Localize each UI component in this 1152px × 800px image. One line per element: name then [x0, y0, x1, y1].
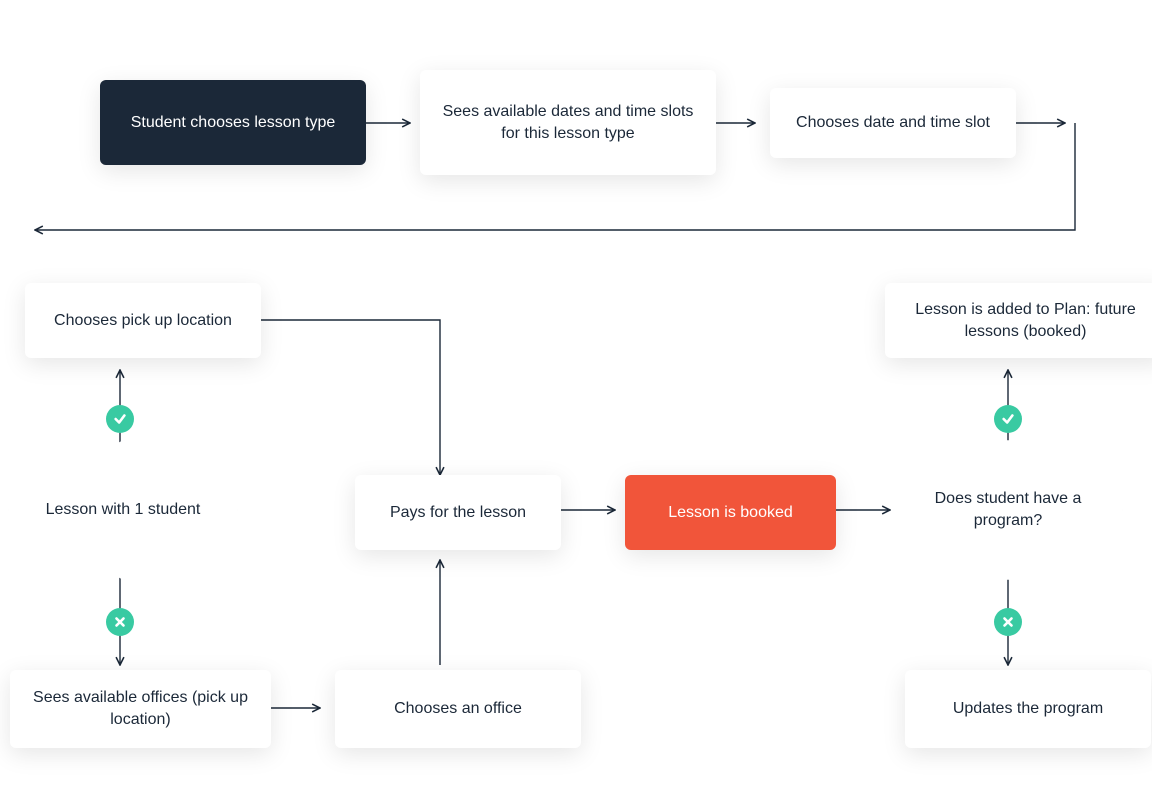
node-label: Chooses pick up location [54, 310, 232, 332]
node-choose-date: Chooses date and time slot [770, 88, 1016, 158]
node-label: Student chooses lesson type [131, 112, 336, 134]
decision-one-student: Lesson with 1 student [8, 440, 238, 580]
node-booked: Lesson is booked [625, 475, 836, 550]
node-available-offices: Sees available offices (pick up location… [10, 670, 271, 748]
node-label: Lesson is added to Plan: future lessons … [903, 299, 1148, 342]
node-label: Sees available offices (pick up location… [28, 687, 253, 730]
node-label: Chooses an office [394, 698, 522, 720]
decision-label: Does student have a program? [915, 488, 1101, 531]
node-label: Chooses date and time slot [796, 112, 990, 134]
node-chooses-office: Chooses an office [335, 670, 581, 748]
node-added-to-plan: Lesson is added to Plan: future lessons … [885, 283, 1152, 358]
node-pays: Pays for the lesson [355, 475, 561, 550]
node-sees-dates: Sees available dates and time slots for … [420, 70, 716, 175]
node-choose-lesson-type: Student chooses lesson type [100, 80, 366, 165]
decision-label: Lesson with 1 student [46, 499, 201, 521]
node-pickup-location: Chooses pick up location [25, 283, 261, 358]
node-label: Updates the program [953, 698, 1103, 720]
x-icon [106, 608, 134, 636]
node-label: Pays for the lesson [390, 502, 526, 524]
node-label: Sees available dates and time slots for … [438, 101, 698, 144]
flowchart: { "colors": { "dark": "#1b2838", "red": … [0, 0, 1152, 800]
check-icon [106, 405, 134, 433]
node-updates-program: Updates the program [905, 670, 1151, 748]
check-icon [994, 405, 1022, 433]
decision-has-program: Does student have a program? [893, 440, 1123, 580]
x-icon [994, 608, 1022, 636]
node-label: Lesson is booked [668, 502, 793, 524]
